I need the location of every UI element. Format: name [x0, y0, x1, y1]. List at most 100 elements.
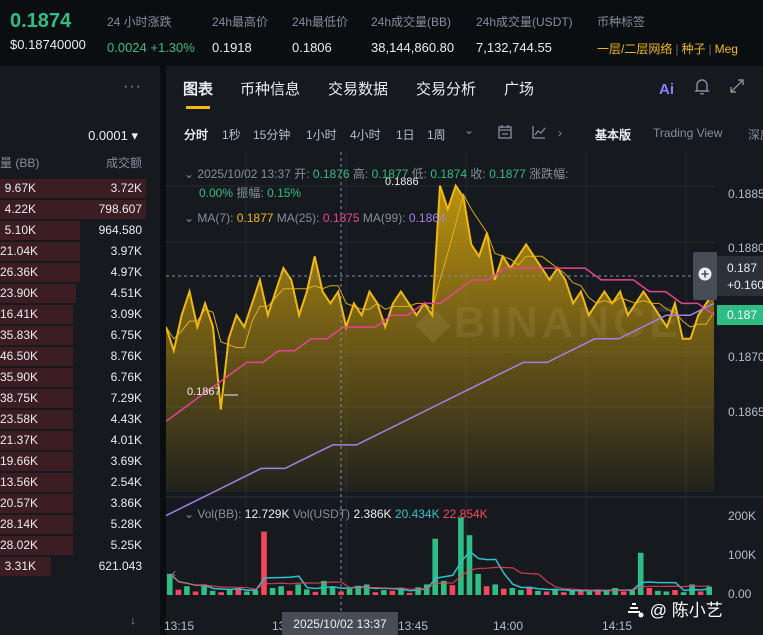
tab-coin-info[interactable]: 币种信息 — [240, 78, 300, 99]
chevron-right-icon[interactable]: › — [558, 126, 562, 140]
row-amount: 46.50K — [0, 349, 39, 363]
chevron-down-icon[interactable]: ⌄ — [184, 167, 194, 181]
order-book-row[interactable]: 23.58K 4.43K — [0, 409, 160, 430]
order-book-row[interactable]: 16.41K 3.09K — [0, 304, 160, 325]
interval-1d[interactable]: 1日 — [396, 126, 415, 143]
tag-meg[interactable]: Meg — [715, 42, 738, 56]
order-book-row[interactable]: 4.22K 798.607 — [0, 199, 160, 220]
tick-size-select[interactable]: 0.0001 ▾ — [88, 128, 138, 144]
chevron-down-icon[interactable]: ⌄ — [184, 507, 194, 521]
arrow-down-icon[interactable]: ↓ — [130, 613, 136, 627]
row-amount: 16.41K — [0, 307, 39, 321]
order-book-row[interactable]: 35.83K 6.75K — [0, 325, 160, 346]
interval-timeline[interactable]: 分时 — [184, 126, 208, 143]
row-amount: 3.31K — [4, 559, 36, 573]
order-book-row[interactable]: 26.36K 4.97K — [0, 262, 160, 283]
interval-4h[interactable]: 4小时 — [350, 126, 381, 143]
order-book-row[interactable]: 28.02K 5.25K — [0, 535, 160, 556]
volume-bar — [492, 584, 498, 595]
tab-chart[interactable]: 图表 — [183, 78, 213, 99]
volume-ma-line — [169, 550, 710, 592]
volume-bar — [389, 590, 396, 595]
order-book-row[interactable]: 13.56K 2.54K — [0, 472, 160, 493]
volume-bar — [509, 588, 516, 595]
interval-1h[interactable]: 1小时 — [306, 126, 337, 143]
order-book-row[interactable]: 46.50K 8.76K — [0, 346, 160, 367]
expand-icon[interactable] — [729, 78, 745, 98]
order-book-row[interactable]: 20.57K 3.86K — [0, 493, 160, 514]
stat-coin-tags: 币种标签 一层/二层网络 | 种子 | Meg — [597, 15, 738, 56]
ohlc-amp-label: 振幅: — [236, 186, 264, 200]
ai-icon[interactable]: Ai — [659, 81, 674, 98]
row-amount: 38.75K — [0, 391, 39, 405]
volume-bar — [697, 591, 704, 595]
tab-trading-analysis[interactable]: 交易分析 — [416, 78, 476, 99]
volume-bar — [295, 584, 301, 595]
tab-square[interactable]: 广场 — [504, 78, 534, 99]
order-book-row[interactable]: 35.90K 6.76K — [0, 367, 160, 388]
ohlc-legend: ⌄ 2025/10/02 13:37 开: 0.1876 高: 0.1877 低… — [184, 165, 568, 182]
order-book-row[interactable]: 19.66K 3.69K — [0, 451, 160, 472]
order-book-row[interactable]: 23.90K 4.51K — [0, 283, 160, 304]
volume-bar — [663, 591, 670, 595]
row-total: 4.01K — [110, 433, 142, 447]
bell-icon[interactable] — [694, 78, 710, 99]
volume-bar — [500, 588, 507, 595]
order-book-row[interactable]: 21.37K 4.01K — [0, 430, 160, 451]
stat-label: 24h成交量(BB) — [371, 15, 452, 29]
calendar-icon[interactable] — [497, 124, 513, 143]
indicator-icon[interactable] — [531, 124, 547, 143]
volume-bar — [518, 590, 524, 595]
add-alert-button[interactable] — [693, 252, 717, 300]
chevron-down-icon[interactable]: ⌄ — [464, 123, 474, 137]
order-book-row[interactable]: 5.10K 964.580 — [0, 220, 160, 241]
price-axis-label: 0.1880 — [728, 241, 763, 255]
row-amount: 21.04K — [0, 244, 39, 258]
chevron-down-icon[interactable]: ⌄ — [184, 211, 194, 225]
view-depth[interactable]: 深度 — [748, 126, 763, 143]
stat-24h-high: 24h最高价 0.1918 — [212, 13, 268, 55]
order-book-row[interactable]: 21.04K 3.97K — [0, 241, 160, 262]
interval-1s[interactable]: 1秒 — [222, 126, 241, 143]
ohlc-low: 0.1874 — [430, 167, 468, 181]
tab-trading-data[interactable]: 交易数据 — [328, 78, 388, 99]
volume-bar — [475, 573, 481, 595]
time-axis-label: 13:45 — [398, 619, 429, 633]
tag-layer[interactable]: 一层/二层网络 — [597, 42, 672, 56]
ma7-label: MA(7): — [197, 211, 234, 225]
stat-label: 24h最低价 — [292, 15, 349, 29]
active-tab-indicator — [186, 106, 210, 109]
stat-label: 24h最高价 — [212, 15, 269, 29]
volume-bar — [381, 590, 387, 595]
ohlc-datetime: 2025/10/02 13:37 — [197, 167, 291, 181]
interval-1w[interactable]: 1周 — [427, 126, 446, 143]
watermark: @ 陈小艺 — [625, 596, 723, 621]
order-book-row[interactable]: 38.75K 7.29K — [0, 388, 160, 409]
ohlc-close-label: 收: — [470, 167, 486, 181]
view-tradingview[interactable]: Trading View — [653, 126, 722, 140]
ohlc-amp: 0.15% — [267, 186, 302, 200]
stat-24h-volume-usdt: 24h成交量(USDT) 7,132,744.55 — [476, 13, 573, 55]
interval-15m[interactable]: 15分钟 — [253, 126, 290, 143]
order-book-row[interactable]: 3.31K 621.043 — [0, 556, 160, 577]
low-marker: 0.1867 — [187, 386, 221, 398]
row-total: 6.75K — [110, 328, 142, 342]
row-total: 3.97K — [110, 244, 142, 258]
last-price-tag: 0.187 — [717, 305, 763, 325]
watermark-text: @ 陈小艺 — [649, 601, 723, 620]
order-book-row[interactable]: 28.14K 5.28K — [0, 514, 160, 535]
ma99-value: 0.1864 — [408, 211, 446, 225]
price-area — [166, 185, 714, 492]
row-amount: 23.90K — [0, 286, 39, 300]
row-total: 6.76K — [110, 370, 142, 384]
view-basic[interactable]: 基本版 — [595, 126, 631, 143]
stat-value: 7,132,744.55 — [476, 40, 552, 55]
chevron-left-icon[interactable]: ‹ — [172, 566, 176, 580]
order-book-row[interactable]: 9.67K 3.72K — [0, 178, 160, 199]
ma99-label: MA(99): — [362, 211, 406, 225]
row-total: 2.54K — [110, 475, 142, 489]
more-dots-icon[interactable]: ··· — [123, 78, 142, 96]
row-amount: 19.66K — [0, 454, 39, 468]
tag-seed[interactable]: 种子 — [681, 42, 705, 56]
row-amount: 28.14K — [0, 517, 39, 531]
